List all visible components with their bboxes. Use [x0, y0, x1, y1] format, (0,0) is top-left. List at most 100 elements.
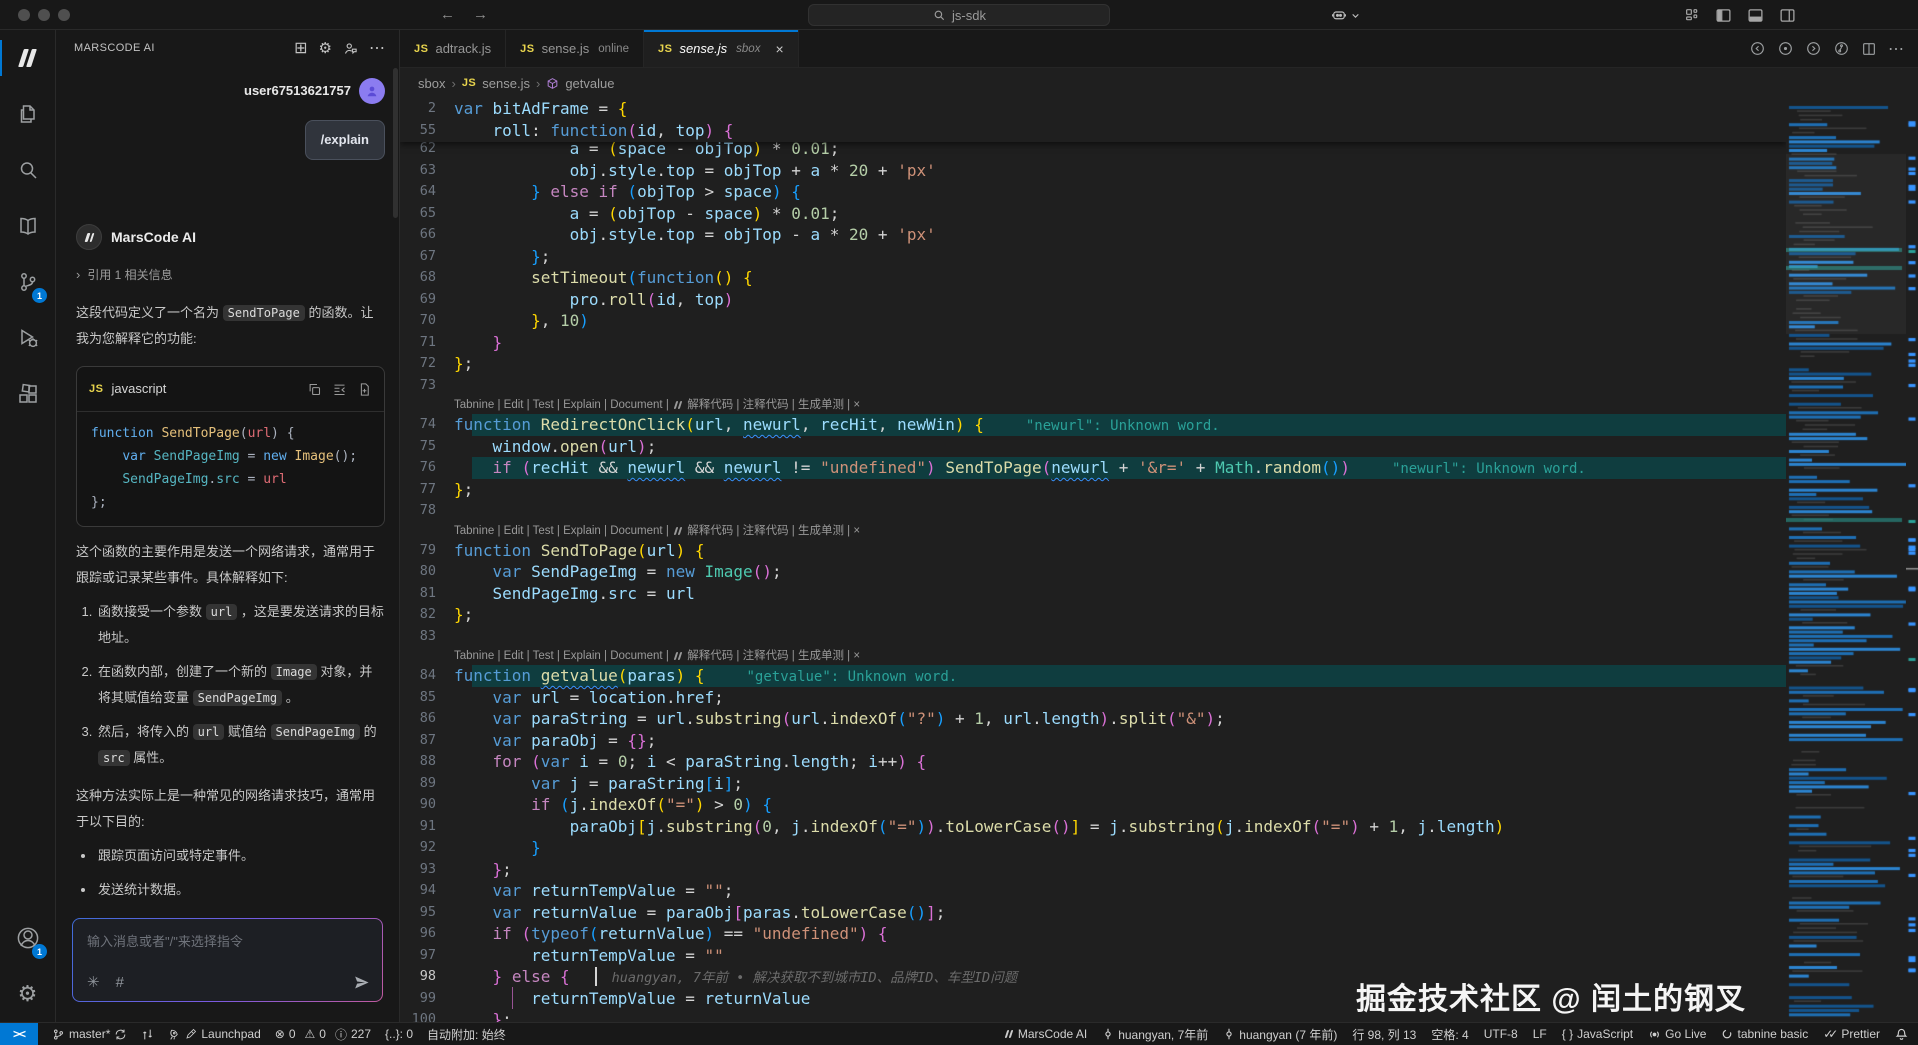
- line-number: 88: [400, 751, 454, 773]
- symbol-method-icon: [546, 77, 559, 90]
- marscode-logo-icon: [674, 527, 683, 535]
- customize-layout-icon[interactable]: [1684, 7, 1700, 23]
- user-message-explain[interactable]: /explain: [305, 120, 385, 160]
- nav-dot-circle-icon[interactable]: [1777, 40, 1794, 57]
- marscode-logo-icon: [1005, 1030, 1014, 1038]
- line-number: 86: [400, 708, 454, 730]
- feedback-icon[interactable]: [343, 41, 358, 56]
- code-editor[interactable]: 62 a = (space - objTop) * 0.01;63 obj.st…: [400, 98, 1786, 1022]
- code-line: 71 }: [400, 332, 1786, 354]
- cursor-position[interactable]: 行 98, 列 13: [1352, 1026, 1416, 1043]
- sidebar-item-marscode-ai[interactable]: [0, 30, 55, 86]
- line-number: 77: [400, 479, 454, 501]
- tab-adtrack-js[interactable]: JS adtrack.js: [400, 30, 506, 67]
- indentation-status[interactable]: 空格: 4: [1431, 1026, 1468, 1043]
- code-line: 90 if (j.indexOf("=") > 0) {: [400, 794, 1786, 816]
- sidebar-item-docs[interactable]: [0, 198, 55, 254]
- language-mode[interactable]: { } JavaScript: [1562, 1027, 1633, 1041]
- sidebar-item-extensions[interactable]: [0, 366, 55, 422]
- list-item: 跟踪页面访问或特定事件。: [96, 843, 385, 869]
- timeline-circle-icon[interactable]: [1833, 40, 1850, 57]
- blame-status-long[interactable]: huangyan (7 年前): [1223, 1026, 1337, 1043]
- line-number: 87: [400, 730, 454, 752]
- sidebar-item-explorer[interactable]: [0, 86, 55, 142]
- sync-icon: [114, 1028, 127, 1041]
- toggle-sidebar-icon[interactable]: [1715, 7, 1732, 24]
- chevron-down-icon: [1351, 11, 1360, 20]
- go-live-button[interactable]: Go Live: [1648, 1027, 1706, 1041]
- overview-ruler[interactable]: [1906, 98, 1918, 1022]
- bracket-guide: [512, 987, 513, 1009]
- prettier-status[interactable]: ✓✓ Prettier: [1823, 1027, 1880, 1041]
- send-button[interactable]: [353, 974, 370, 991]
- sidebar-item-search[interactable]: [0, 142, 55, 198]
- problems-status[interactable]: ⊗0 ⚠0 ⓘ227: [275, 1026, 371, 1043]
- close-tab-icon[interactable]: ×: [775, 41, 783, 57]
- codelens-row[interactable]: Tabnine | Edit | Test | Explain | Docume…: [400, 396, 1786, 414]
- remote-indicator[interactable]: ><: [0, 1023, 38, 1045]
- chat-input-placeholder: 输入消息或者"/"来选择指令: [87, 931, 370, 950]
- split-editor-icon[interactable]: [1861, 41, 1877, 57]
- inline-code: url: [193, 724, 225, 740]
- tab-sense-js-online[interactable]: JS sense.js online: [506, 30, 644, 67]
- send-icon: [353, 974, 370, 991]
- minimize-window-icon[interactable]: [38, 9, 50, 21]
- history-back-button[interactable]: ←: [440, 6, 455, 23]
- new-chat-button[interactable]: ⊞: [294, 38, 307, 58]
- codelens-row[interactable]: Tabnine | Edit | Test | Explain | Docume…: [400, 522, 1786, 540]
- encoding-status[interactable]: UTF-8: [1484, 1027, 1518, 1041]
- insert-code-icon[interactable]: [332, 382, 347, 397]
- branch-icon: [52, 1028, 65, 1041]
- inline-code: SendPageImg: [271, 724, 360, 740]
- sidebar-item-source-control[interactable]: 1: [0, 254, 55, 310]
- launchpad-button[interactable]: Launchpad: [168, 1027, 260, 1041]
- nav-forward-circle-icon[interactable]: [1805, 40, 1822, 57]
- line-number: 63: [400, 160, 454, 182]
- git-branch-status[interactable]: master*: [52, 1027, 127, 1041]
- git-compare-button[interactable]: [141, 1028, 154, 1041]
- code-line: 75 window.open(url);: [400, 436, 1786, 458]
- reference-toggle[interactable]: › 引用 1 相关信息: [76, 262, 385, 288]
- code-line: 65 a = (objTop - space) * 0.01;: [400, 203, 1786, 225]
- context-hash-button[interactable]: #: [116, 974, 124, 991]
- js-file-icon: JS: [462, 77, 476, 89]
- copilot-menu-button[interactable]: [1330, 0, 1360, 30]
- new-file-code-icon[interactable]: [357, 382, 372, 397]
- auto-attach-status[interactable]: 自动附加: 始终: [427, 1026, 506, 1043]
- nav-back-circle-icon[interactable]: [1749, 40, 1766, 57]
- formatter-count[interactable]: {..}: 0: [385, 1027, 413, 1041]
- blame-status-short[interactable]: huangyan, 7年前: [1102, 1026, 1208, 1043]
- copy-code-icon[interactable]: [307, 382, 322, 397]
- toggle-secondary-sidebar-icon[interactable]: [1779, 7, 1796, 24]
- tabnine-status[interactable]: tabnine basic: [1721, 1027, 1808, 1041]
- sidebar-item-run-debug[interactable]: [0, 310, 55, 366]
- chat-paragraph: 这个函数的主要作用是发送一个网络请求，通常用于跟踪或记录某些事件。具体解释如下:: [76, 539, 385, 591]
- codelens-row[interactable]: Tabnine | Edit | Test | Explain | Docume…: [400, 647, 1786, 665]
- settings-button[interactable]: ⚙: [0, 966, 55, 1022]
- close-window-icon[interactable]: [18, 9, 30, 21]
- breadcrumb-separator: ›: [536, 76, 540, 91]
- account-button[interactable]: 1: [0, 910, 55, 966]
- watermark: 掘金技术社区 @ 闰土的钢叉: [1356, 974, 1746, 1018]
- code-line: 63 obj.style.top = objTop + a * 20 + 'px…: [400, 160, 1786, 182]
- commands-icon[interactable]: ✳: [87, 973, 100, 991]
- eol-status[interactable]: LF: [1533, 1027, 1547, 1041]
- sidebar-scrollbar[interactable]: [393, 68, 398, 218]
- history-forward-button[interactable]: →: [473, 6, 488, 23]
- panel-settings-button[interactable]: ⚙: [319, 39, 332, 57]
- chat-input[interactable]: 输入消息或者"/"来选择指令 ✳ #: [72, 918, 383, 1002]
- maximize-window-icon[interactable]: [58, 9, 70, 21]
- command-center-search[interactable]: js-sdk: [808, 4, 1110, 26]
- chat-thread: user67513621757 /explain MarsCode AI › 引…: [56, 66, 399, 908]
- breadcrumb[interactable]: sbox › JS sense.js › getvalue: [400, 68, 1918, 98]
- notifications-button[interactable]: [1895, 1028, 1908, 1041]
- minimap[interactable]: [1786, 98, 1906, 1022]
- chat-paragraph: 这段代码定义了一个名为 SendToPage 的函数。让我为您解释它的功能:: [76, 300, 385, 352]
- tab-sense-js-sbox[interactable]: JS sense.js sbox ×: [644, 30, 799, 67]
- window-controls[interactable]: [18, 9, 70, 21]
- toggle-panel-icon[interactable]: [1747, 7, 1764, 24]
- more-actions-icon[interactable]: ⋯: [369, 38, 385, 58]
- editor-more-actions-icon[interactable]: ⋯: [1888, 39, 1904, 59]
- marscode-status[interactable]: MarsCode AI: [1003, 1027, 1087, 1041]
- spellcheck-hint: "newurl": Unknown word.: [1392, 461, 1586, 477]
